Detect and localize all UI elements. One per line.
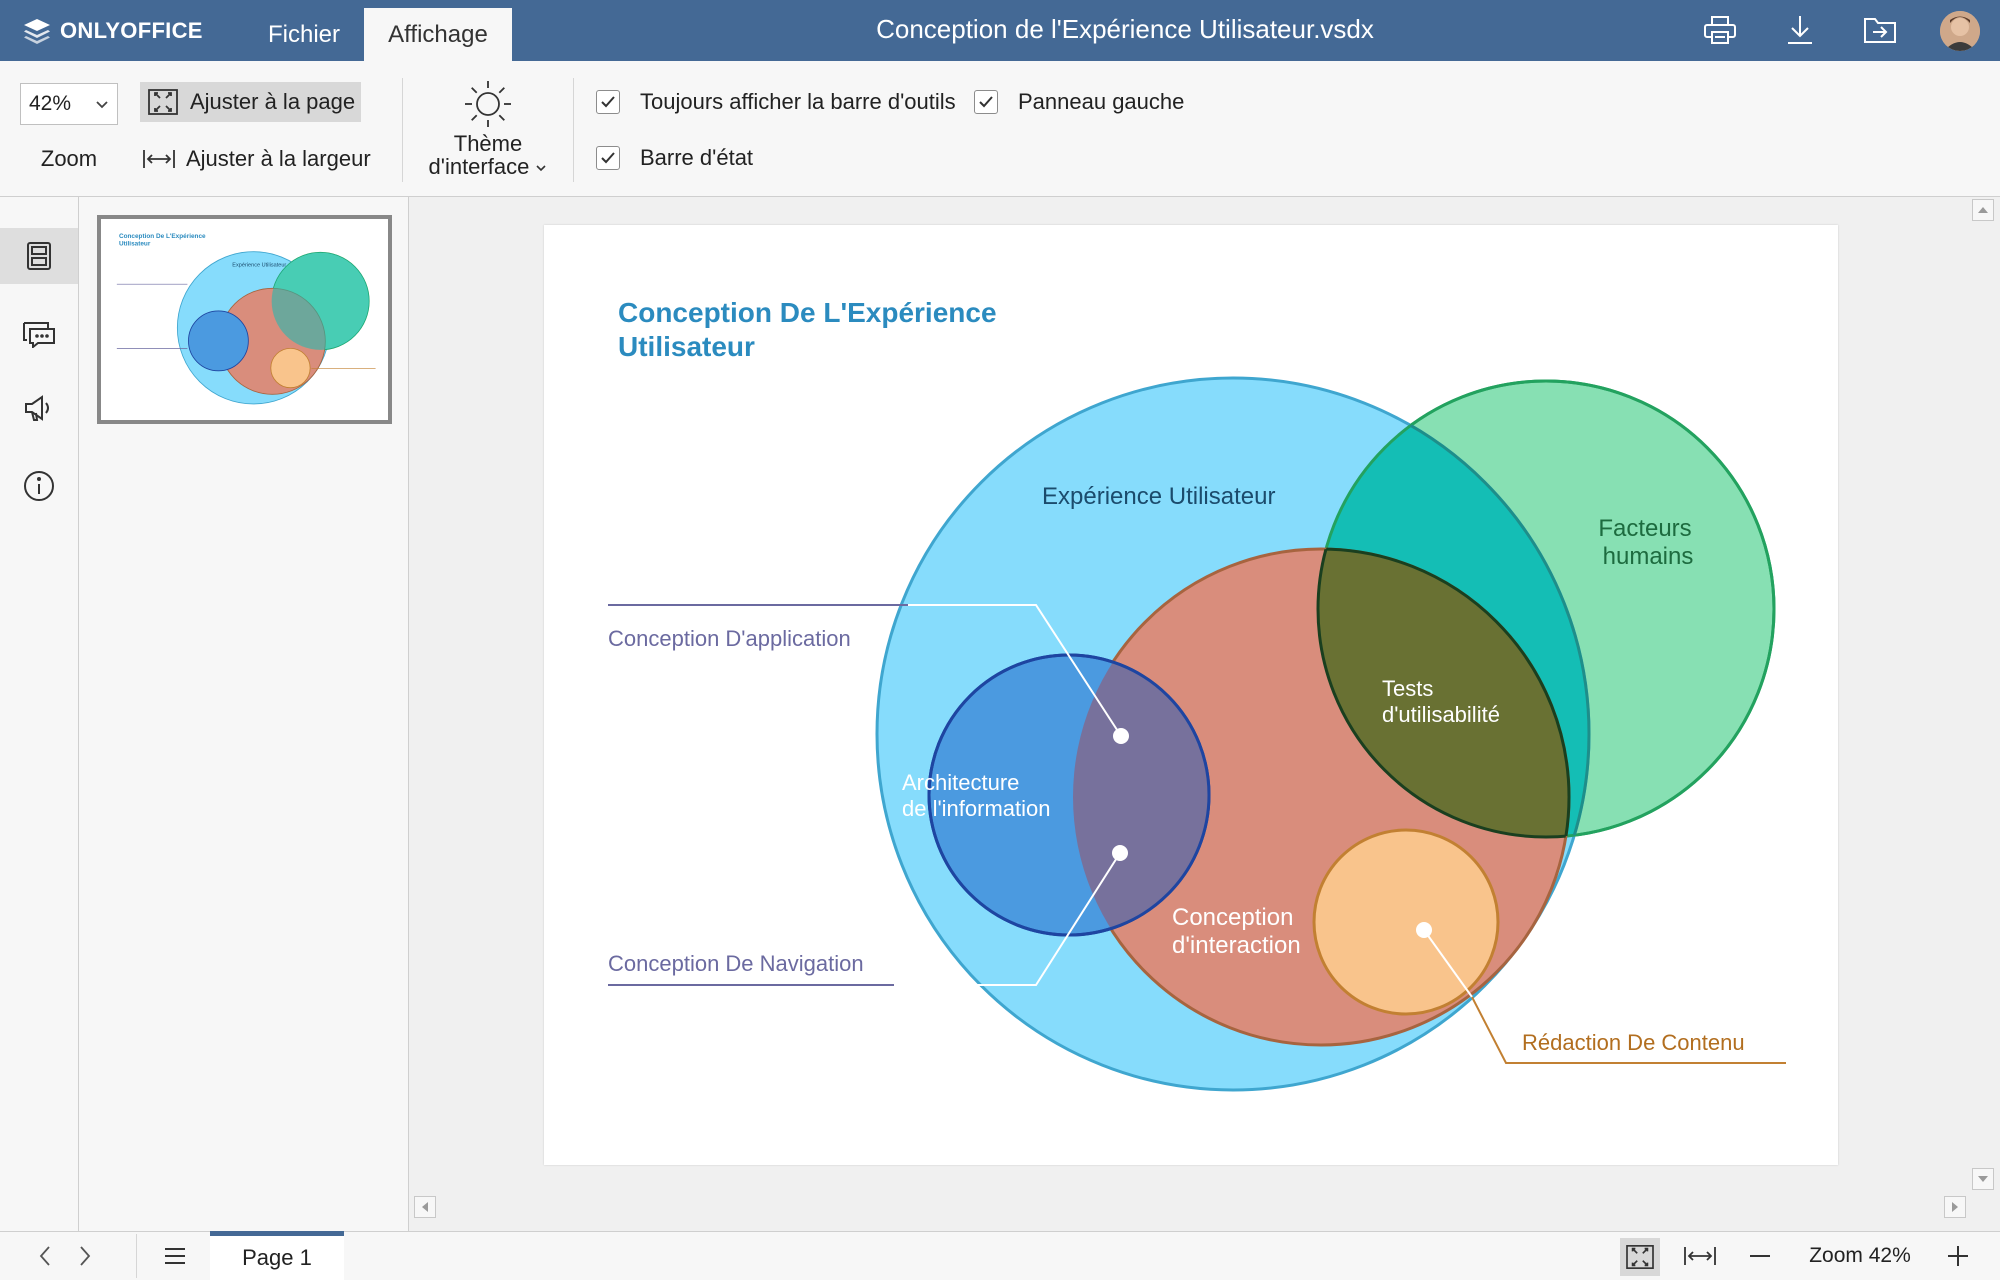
app-design-dot <box>1113 728 1129 744</box>
fit-page-icon <box>146 87 180 117</box>
open-location-button[interactable] <box>1860 10 1900 50</box>
thumbnail-diagram: Conception De L'Expérience Utilisateur E… <box>106 219 383 420</box>
speaker-icon <box>23 394 55 422</box>
scroll-right-button[interactable] <box>1944 1196 1966 1218</box>
interaction-label-1: Conception <box>1172 904 1293 931</box>
minus-icon <box>1749 1254 1771 1258</box>
diagram-page: Conception De L'Expérience Utilisateur E… <box>544 225 1838 1165</box>
content-writing-label: Rédaction De Contenu <box>1522 1030 1745 1055</box>
page-tab[interactable]: Page 1 <box>210 1231 344 1280</box>
zoom-out-button[interactable] <box>1742 1236 1778 1276</box>
usability-label-1: Tests <box>1382 676 1433 701</box>
app-design-label: Conception D'application <box>608 626 851 651</box>
chevron-right-icon <box>77 1244 93 1268</box>
download-icon <box>1785 14 1815 46</box>
theme-label-line1: Thème <box>453 131 523 156</box>
onlyoffice-logo: ONLYOFFICE <box>22 14 203 48</box>
fit-width-label: Ajuster à la largeur <box>186 146 371 171</box>
zoom-value: 42% <box>29 92 72 115</box>
svg-text:Conception De L'Expérience: Conception De L'Expérience <box>119 233 206 240</box>
fit-page-label: Ajuster à la page <box>190 89 356 114</box>
svg-text:Utilisateur: Utilisateur <box>119 241 151 248</box>
previous-page-button[interactable] <box>28 1236 62 1276</box>
venn-diagram: Conception De L'Expérience Utilisateur E… <box>608 297 1786 1092</box>
left-panel-label: Panneau gauche <box>1018 89 1185 114</box>
scroll-left-button[interactable] <box>414 1196 436 1218</box>
diagram-title-line2: Utilisateur <box>618 331 755 362</box>
triangle-right-icon <box>1950 1201 1960 1213</box>
print-button[interactable] <box>1700 10 1740 50</box>
checkmark-icon <box>596 146 620 170</box>
fit-width-icon <box>142 144 176 174</box>
human-factors-label-2: humains <box>1603 543 1694 570</box>
zoom-level-text: Zoom 42% <box>1809 1244 1911 1267</box>
chevron-down-icon <box>95 95 109 113</box>
pages-icon <box>26 241 52 271</box>
status-fit-width-button[interactable] <box>1680 1236 1720 1276</box>
triangle-up-icon <box>1977 205 1989 215</box>
comments-icon <box>22 320 56 348</box>
always-show-toolbar-label: Toujours afficher la barre d'outils <box>640 89 956 114</box>
download-button[interactable] <box>1780 10 1820 50</box>
brand-name: ONLYOFFICE <box>60 18 203 43</box>
triangle-left-icon <box>420 1201 430 1213</box>
chevron-down-icon <box>535 162 547 174</box>
next-page-button[interactable] <box>68 1236 102 1276</box>
tab-affichage[interactable]: Affichage <box>364 8 512 61</box>
checkmark-icon <box>974 90 998 114</box>
checkmark-icon <box>596 90 620 114</box>
svg-text:Expérience Utilisateur: Expérience Utilisateur <box>232 262 286 268</box>
chevron-left-icon <box>37 1244 53 1268</box>
plus-icon <box>1947 1245 1969 1267</box>
page-list-button[interactable] <box>156 1236 194 1276</box>
always-show-toolbar-checkbox[interactable]: Toujours afficher la barre d'outils <box>596 85 956 119</box>
info-arch-label-2: de l'information <box>902 796 1051 821</box>
print-icon <box>1703 15 1737 45</box>
fit-to-width-button[interactable]: Ajuster à la largeur <box>140 139 380 179</box>
scroll-down-button[interactable] <box>1972 1168 1994 1190</box>
zoom-select[interactable]: 42% <box>20 83 118 125</box>
page-thumbnail[interactable]: Conception De L'Expérience Utilisateur E… <box>97 215 392 424</box>
sun-icon <box>412 78 564 130</box>
info-icon <box>23 470 55 502</box>
user-avatar[interactable] <box>1940 11 1980 51</box>
human-factors-label-1: Facteurs <box>1598 515 1691 542</box>
theme-label-line2-row: d'interface <box>412 155 564 178</box>
diagram-title-line1: Conception De L'Expérience <box>618 297 997 328</box>
fit-to-page-button[interactable]: Ajuster à la page <box>140 82 361 122</box>
nav-design-dot <box>1112 845 1128 861</box>
logo-icon <box>22 17 52 45</box>
status-fit-page-button[interactable] <box>1620 1238 1660 1276</box>
usability-label-2: d'utilisabilité <box>1382 702 1500 727</box>
status-bar-checkbox[interactable]: Barre d'état <box>596 141 753 175</box>
zoom-group-label: Zoom <box>40 146 98 171</box>
content-writing-circle <box>1312 828 1500 1016</box>
tab-fichier[interactable]: Fichier <box>250 8 358 61</box>
toolbar-separator <box>402 78 403 182</box>
list-icon <box>163 1246 187 1266</box>
triangle-down-icon <box>1977 1174 1989 1184</box>
document-title: Conception de l'Expérience Utilisateur.v… <box>876 13 1374 44</box>
fit-page-icon <box>1625 1244 1655 1270</box>
feedback-panel-button[interactable] <box>0 380 78 436</box>
content-writing-dot <box>1416 922 1432 938</box>
left-panel-checkbox[interactable]: Panneau gauche <box>974 85 1184 119</box>
status-separator <box>136 1234 137 1278</box>
interface-theme-button[interactable]: Thème d'interface <box>412 78 564 184</box>
status-bar-label: Barre d'état <box>640 145 754 170</box>
comments-panel-button[interactable] <box>0 306 78 362</box>
scroll-up-button[interactable] <box>1972 199 1994 221</box>
pages-panel-button[interactable] <box>0 228 78 284</box>
open-location-icon <box>1863 15 1897 45</box>
interaction-label-2: d'interaction <box>1172 932 1301 959</box>
toolbar-separator <box>573 78 574 182</box>
zoom-in-button[interactable] <box>1940 1236 1976 1276</box>
nav-design-label: Conception De Navigation <box>608 951 864 976</box>
info-panel-button[interactable] <box>0 458 78 514</box>
fit-width-icon <box>1683 1245 1717 1267</box>
ux-label: Expérience Utilisateur <box>1042 483 1275 510</box>
theme-label-line2: d'interface <box>428 154 530 179</box>
info-arch-label-1: Architecture <box>902 770 1019 795</box>
